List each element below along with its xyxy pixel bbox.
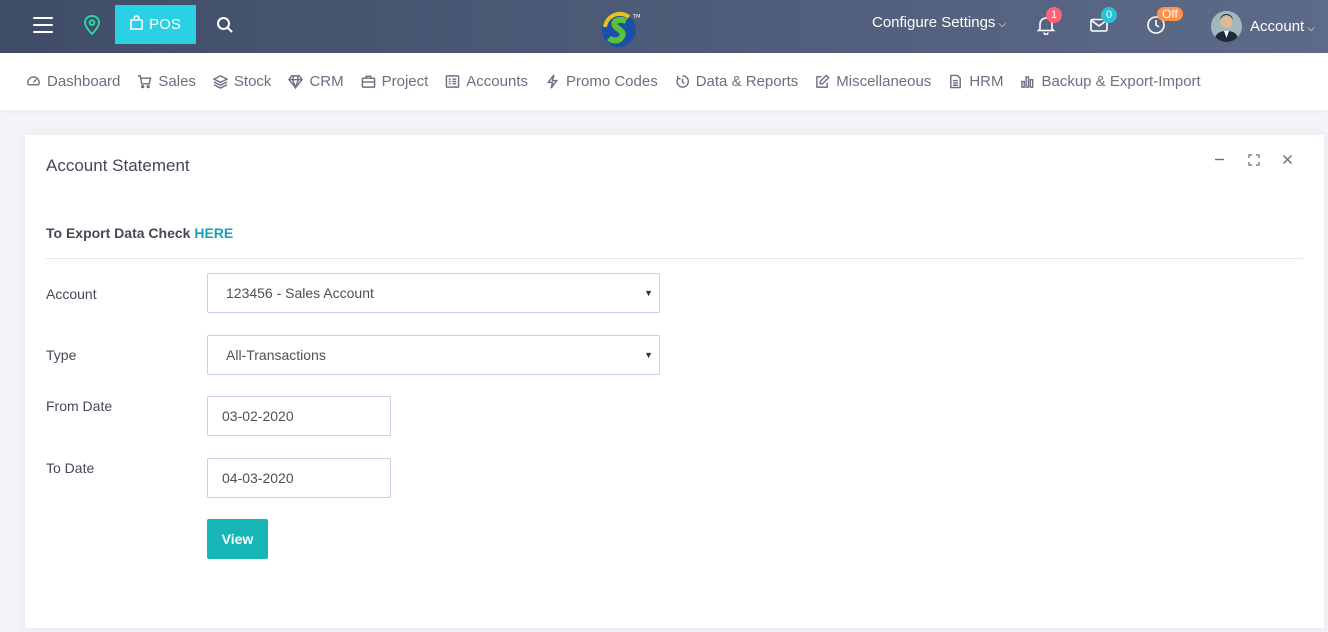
nav-item-backup-export-import[interactable]: Backup & Export-Import <box>1020 73 1201 90</box>
nav-item-accounts[interactable]: Accounts <box>445 73 528 90</box>
divider <box>46 258 1303 259</box>
layers-icon <box>212 75 228 89</box>
nav-item-label: Backup & Export-Import <box>1041 73 1201 90</box>
svg-text:TM: TM <box>632 14 640 20</box>
expand-icon[interactable] <box>1247 153 1260 166</box>
close-icon[interactable] <box>1281 153 1294 166</box>
timer-icon <box>676 75 689 88</box>
caret-down-icon: ▼ <box>644 288 653 298</box>
shopping-bag-icon <box>130 15 143 34</box>
export-here-link[interactable]: HERE <box>194 225 233 241</box>
account-select[interactable]: 123456 - Sales Account ▼ <box>207 273 660 313</box>
account-menu[interactable]: Account ⌵ <box>1250 18 1315 35</box>
briefcase-icon <box>361 75 375 88</box>
nav-item-label: Miscellaneous <box>836 73 932 90</box>
top-navbar: POS TM Configure Settings ⌵ 1 0 Off Accou… <box>0 0 1328 53</box>
notifications-badge: 1 <box>1046 7 1063 23</box>
account-select-value: 123456 - Sales Account <box>226 285 374 301</box>
to-date-label: To Date <box>46 460 95 476</box>
nav-item-label: HRM <box>969 73 1004 90</box>
pos-button-label: POS <box>149 16 181 33</box>
main-nav: Dashboard Sales Stock CRM Project Accoun… <box>0 53 1328 110</box>
type-select[interactable]: All-Transactions ▼ <box>207 335 660 375</box>
messages-badge: 0 <box>1101 7 1118 23</box>
from-date-label: From Date <box>46 398 113 414</box>
bar-chart-icon <box>1021 76 1034 88</box>
nav-item-sales[interactable]: Sales <box>137 73 196 90</box>
nav-item-crm[interactable]: CRM <box>288 73 344 90</box>
to-date-value: 04-03-2020 <box>222 470 294 486</box>
configure-settings-label: Configure Settings <box>872 14 996 31</box>
account-label: Account <box>46 286 97 302</box>
pos-button[interactable]: POS <box>115 5 196 44</box>
nav-item-label: CRM <box>309 73 344 90</box>
chevron-down-icon: ⌵ <box>1307 23 1315 34</box>
nav-item-project[interactable]: Project <box>361 73 429 90</box>
brand-logo[interactable]: TM <box>599 9 641 49</box>
export-text: To Export Data Check <box>46 225 191 241</box>
card-tools <box>1213 153 1294 166</box>
nav-item-data-reports[interactable]: Data & Reports <box>675 73 799 90</box>
nav-item-label: Accounts <box>466 73 528 90</box>
nav-item-label: Data & Reports <box>695 73 799 90</box>
nav-item-miscellaneous[interactable]: Miscellaneous <box>815 73 931 90</box>
nav-item-dashboard[interactable]: Dashboard <box>26 73 120 90</box>
avatar[interactable] <box>1211 11 1242 42</box>
view-button[interactable]: View <box>207 519 268 559</box>
clock-status-badge: Off <box>1157 7 1183 21</box>
ledger-icon <box>446 75 460 88</box>
nav-item-label: Dashboard <box>47 73 121 90</box>
document-icon <box>950 74 962 89</box>
export-notice: To Export Data Check HERE <box>46 225 233 241</box>
dashboard-icon <box>27 76 40 86</box>
nav-item-label: Project <box>381 73 429 90</box>
from-date-value: 03-02-2020 <box>222 408 294 424</box>
edit-icon <box>816 74 830 88</box>
chevron-down-icon: ⌵ <box>998 19 1006 30</box>
bolt-icon <box>546 74 559 89</box>
search-icon[interactable] <box>216 16 234 34</box>
location-pin-icon[interactable] <box>83 14 101 36</box>
diamond-icon <box>288 75 304 89</box>
type-label: Type <box>46 347 77 363</box>
from-date-input[interactable]: 03-02-2020 <box>207 396 391 436</box>
caret-down-icon: ▼ <box>644 350 653 360</box>
configure-settings-menu[interactable]: Configure Settings ⌵ <box>872 14 1006 31</box>
account-statement-card: Account Statement To Export Data Check H… <box>25 135 1324 628</box>
cart-icon <box>138 75 152 89</box>
nav-item-label: Sales <box>158 73 196 90</box>
type-select-value: All-Transactions <box>226 347 326 363</box>
menu-toggle-icon[interactable] <box>33 17 53 33</box>
account-menu-label: Account <box>1250 18 1305 35</box>
minimize-icon[interactable] <box>1213 153 1226 166</box>
to-date-input[interactable]: 04-03-2020 <box>207 458 391 498</box>
nav-item-promo-codes[interactable]: Promo Codes <box>545 73 658 90</box>
nav-item-hrm[interactable]: HRM <box>948 73 1003 90</box>
nav-item-label: Stock <box>233 73 272 90</box>
nav-item-label: Promo Codes <box>566 73 658 90</box>
page-title: Account Statement <box>46 156 190 175</box>
nav-item-stock[interactable]: Stock <box>212 73 272 90</box>
